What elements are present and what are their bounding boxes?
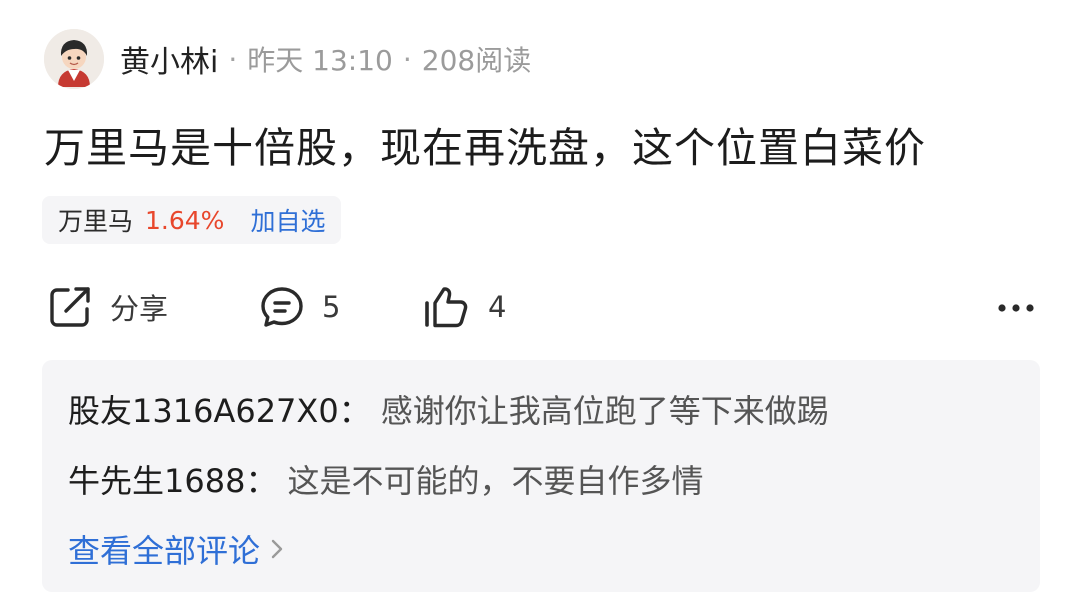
post-header: 黄小林i · 昨天 13:10 · 208阅读 bbox=[44, 28, 531, 90]
avatar[interactable] bbox=[44, 29, 104, 89]
comment-icon bbox=[261, 287, 303, 327]
comment-user[interactable]: 牛先生1688 bbox=[68, 456, 245, 502]
share-label: 分享 bbox=[110, 292, 169, 326]
view-all-comments-link[interactable]: 查看全部评论 bbox=[68, 526, 284, 572]
comment-text: 这是不可能的，不要自作多情 bbox=[287, 462, 704, 500]
like-count: 4 bbox=[488, 290, 507, 324]
share-button[interactable]: 分享 bbox=[46, 278, 168, 336]
comment-item[interactable]: 牛先生1688 ： 这是不可能的，不要自作多情 bbox=[68, 456, 703, 502]
avatar-illustration bbox=[44, 29, 104, 89]
comment-preview: 股友1316A627X0 ： 感谢你让我高位跑了等下来做踢 牛先生1688 ： … bbox=[42, 360, 1040, 592]
comment-colon: ： bbox=[338, 392, 371, 430]
thumbs-up-icon bbox=[425, 287, 468, 328]
comment-user[interactable]: 股友1316A627X0 bbox=[68, 386, 339, 432]
post-meta: 黄小林i · 昨天 13:10 · 208阅读 bbox=[120, 37, 531, 81]
author-name[interactable]: 黄小林i bbox=[120, 37, 218, 81]
read-count: 208阅读 bbox=[421, 44, 532, 77]
comment-text: 感谢你让我高位跑了等下来做踢 bbox=[380, 392, 829, 430]
comment-count: 5 bbox=[322, 290, 341, 324]
meta-separator: · bbox=[402, 42, 412, 76]
post-title[interactable]: 万里马是十倍股，现在再洗盘，这个位置白菜价 bbox=[44, 114, 926, 174]
stock-change: 1.64% bbox=[145, 205, 225, 235]
chevron-right-icon bbox=[271, 539, 283, 559]
share-icon bbox=[50, 287, 90, 327]
like-button[interactable]: 4 bbox=[422, 278, 506, 336]
action-bar: 分享 5 4 bbox=[46, 278, 1036, 336]
stock-name: 万里马 bbox=[58, 207, 134, 236]
view-all-label: 查看全部评论 bbox=[68, 532, 261, 570]
add-to-watchlist-button[interactable]: 加自选 bbox=[250, 202, 325, 238]
more-icon bbox=[998, 304, 1034, 312]
comment-colon: ： bbox=[245, 462, 278, 500]
meta-separator: · bbox=[228, 42, 238, 76]
comment-item[interactable]: 股友1316A627X0 ： 感谢你让我高位跑了等下来做踢 bbox=[68, 386, 829, 432]
more-button[interactable] bbox=[996, 288, 1036, 328]
comment-button[interactable]: 5 bbox=[258, 278, 340, 336]
post-time: 昨天 13:10 bbox=[247, 44, 393, 77]
stock-chip[interactable]: 万里马 1.64% 加自选 bbox=[42, 196, 342, 244]
